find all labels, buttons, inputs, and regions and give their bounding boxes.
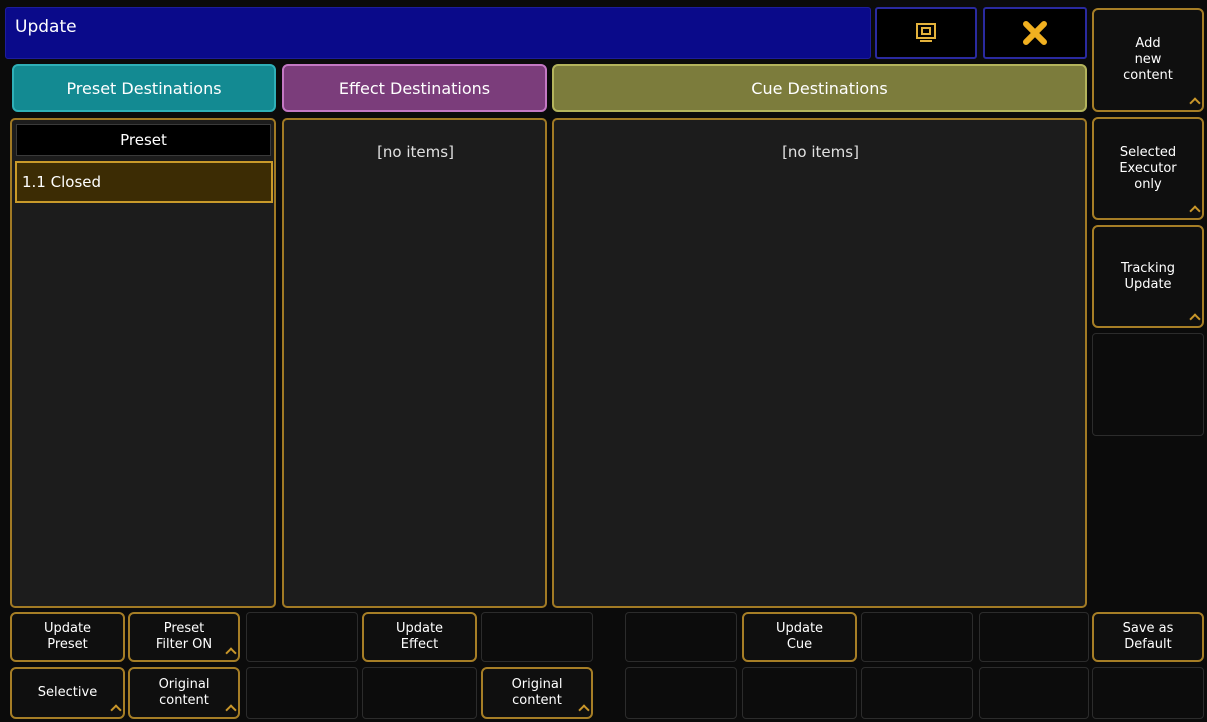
empty-button [979,612,1089,662]
save-as-default-button[interactable]: Save as Default [1092,612,1204,662]
tracking-update-button[interactable]: Tracking Update [1092,225,1204,328]
original-content-preset-button[interactable]: Original content [128,667,240,719]
add-new-content-button[interactable]: Add new content [1092,8,1204,112]
screen-select-icon [916,23,936,42]
tab-preset-destinations[interactable]: Preset Destinations [12,64,276,112]
update-preset-button[interactable]: Update Preset [10,612,125,662]
preset-column-header: Preset [16,124,271,156]
empty-button [861,612,973,662]
empty-button [246,667,358,719]
selective-button[interactable]: Selective [10,667,125,719]
window-title: Update [15,17,77,37]
selected-executor-only-button[interactable]: Selected Executor only [1092,117,1204,220]
empty-button [625,612,737,662]
effect-empty-text: [no items] [377,143,454,161]
list-item[interactable]: 1.1 Closed [15,161,273,203]
tab-cue-destinations[interactable]: Cue Destinations [552,64,1087,112]
title-bar [5,7,871,59]
empty-button [742,667,857,719]
update-cue-button[interactable]: Update Cue [742,612,857,662]
empty-button [625,667,737,719]
empty-button [246,612,358,662]
effect-destinations-panel [282,118,547,608]
empty-button [861,667,973,719]
cue-destinations-panel [552,118,1087,608]
empty-side-button [1092,333,1204,436]
close-icon [1023,21,1047,45]
empty-button [1092,667,1204,719]
empty-button [979,667,1089,719]
cue-empty-text: [no items] [782,143,859,161]
empty-button [481,612,593,662]
empty-button [362,667,477,719]
tab-effect-destinations[interactable]: Effect Destinations [282,64,547,112]
screen-select-button[interactable] [875,7,977,59]
preset-filter-button[interactable]: Preset Filter ON [128,612,240,662]
close-button[interactable] [983,7,1087,59]
update-effect-button[interactable]: Update Effect [362,612,477,662]
original-content-effect-button[interactable]: Original content [481,667,593,719]
